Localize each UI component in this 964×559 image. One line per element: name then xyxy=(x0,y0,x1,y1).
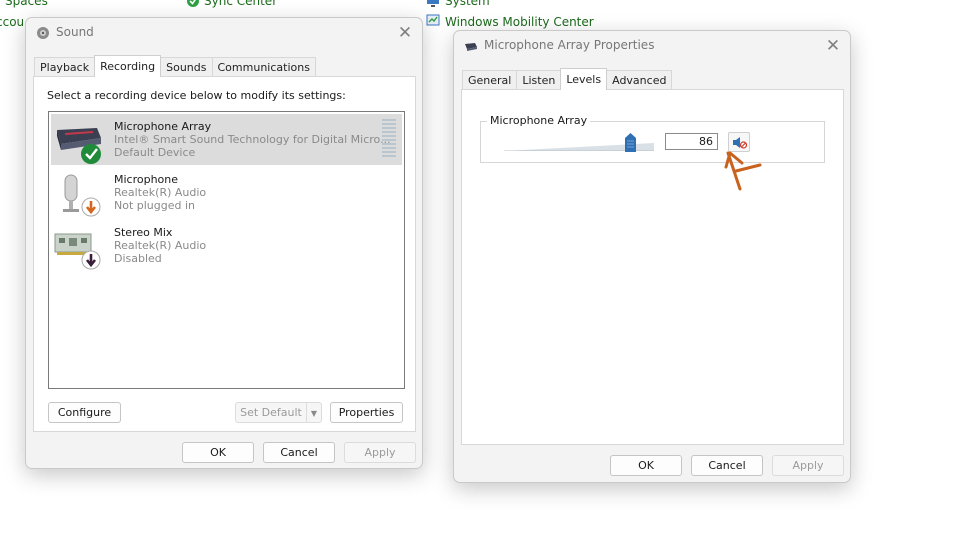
microphone-icon xyxy=(465,43,477,51)
tab-levels[interactable]: Levels xyxy=(560,68,608,90)
properties-tabs: General Listen Levels Advanced xyxy=(462,68,673,90)
microphone-icon xyxy=(63,174,101,217)
device-name: Stereo Mix xyxy=(114,226,173,239)
close-icon: ✕ xyxy=(397,23,413,43)
device-status: Disabled xyxy=(114,252,162,265)
background-link-system[interactable]: System xyxy=(445,0,490,8)
sound-close-button[interactable]: ✕ xyxy=(394,22,416,44)
sound-ok-button[interactable]: OK xyxy=(182,442,254,463)
sound-title: Sound xyxy=(56,25,94,39)
device-name: Microphone Array xyxy=(114,120,212,133)
tab-listen[interactable]: Listen xyxy=(516,70,562,90)
level-slider-thumb[interactable] xyxy=(625,133,636,152)
background-link-accounts[interactable]: ccou xyxy=(0,15,24,29)
sound-dialog: Sound ✕ Playback Recording Sounds Commun… xyxy=(25,17,423,469)
properties-close-button[interactable]: ✕ xyxy=(822,35,844,57)
device-description: Realtek(R) Audio xyxy=(114,239,207,252)
device-description: Intel® Smart Sound Technology for Digita… xyxy=(114,133,391,146)
properties-apply-button[interactable]: Apply xyxy=(772,455,844,476)
level-value-input[interactable] xyxy=(665,133,718,150)
device-stereo-mix[interactable]: Stereo Mix Realtek(R) Audio Disabled xyxy=(51,220,402,271)
configure-button[interactable]: Configure xyxy=(48,402,121,423)
level-meter-icon xyxy=(382,119,396,157)
speaker-muted-icon xyxy=(733,137,747,149)
properties-title: Microphone Array Properties xyxy=(484,38,655,52)
device-name: Microphone xyxy=(114,173,179,186)
recording-panel: Select a recording device below to modif… xyxy=(33,76,416,432)
sound-titlebar[interactable]: Sound ✕ xyxy=(26,18,422,48)
properties-titlebar[interactable]: Microphone Array Properties ✕ xyxy=(454,31,850,61)
mobility-center-icon xyxy=(426,14,440,26)
tab-communications[interactable]: Communications xyxy=(211,57,316,77)
device-status: Not plugged in xyxy=(114,199,196,212)
system-icon xyxy=(427,0,439,7)
sync-center-icon xyxy=(187,0,199,7)
sound-tabs: Playback Recording Sounds Communications xyxy=(34,55,316,77)
properties-ok-button[interactable]: OK xyxy=(610,455,682,476)
levels-panel: Microphone Array xyxy=(461,89,844,445)
annotation-arrow-icon xyxy=(724,151,762,191)
device-microphone[interactable]: Microphone Realtek(R) Audio Not plugged … xyxy=(51,167,402,218)
device-list[interactable]: Microphone Array Intel® Smart Sound Tech… xyxy=(48,111,405,389)
tab-advanced[interactable]: Advanced xyxy=(606,70,673,90)
tab-general[interactable]: General xyxy=(462,70,518,90)
group-label: Microphone Array xyxy=(487,114,591,127)
properties-cancel-button[interactable]: Cancel xyxy=(691,455,763,476)
close-icon: ✕ xyxy=(825,36,841,56)
microphone-array-icon xyxy=(57,128,101,164)
microphone-properties-dialog: Microphone Array Properties ✕ General Li… xyxy=(453,30,851,483)
device-description: Realtek(R) Audio xyxy=(114,186,207,199)
properties-button[interactable]: Properties xyxy=(330,402,403,423)
sound-card-icon xyxy=(54,233,101,270)
device-microphone-array[interactable]: Microphone Array Intel® Smart Sound Tech… xyxy=(51,114,402,165)
instruction-text: Select a recording device below to modif… xyxy=(47,89,346,102)
sound-cancel-button[interactable]: Cancel xyxy=(263,442,335,463)
set-default-dropdown[interactable]: ▼ xyxy=(306,402,322,423)
background-link-mobility-center[interactable]: Windows Mobility Center xyxy=(445,15,594,29)
sound-apply-button[interactable]: Apply xyxy=(344,442,416,463)
tab-sounds[interactable]: Sounds xyxy=(160,57,213,77)
chevron-down-icon: ▼ xyxy=(310,409,318,418)
device-status: Default Device xyxy=(114,146,196,159)
tab-playback[interactable]: Playback xyxy=(34,57,96,77)
background-link-sync-center[interactable]: Sync Center xyxy=(204,0,277,8)
microphone-level-group: Microphone Array xyxy=(480,114,825,163)
set-default-button[interactable]: Set Default xyxy=(235,402,307,423)
tab-recording[interactable]: Recording xyxy=(94,55,162,77)
speaker-icon xyxy=(37,27,49,39)
background-link-spaces[interactable]: Spaces xyxy=(5,0,48,8)
